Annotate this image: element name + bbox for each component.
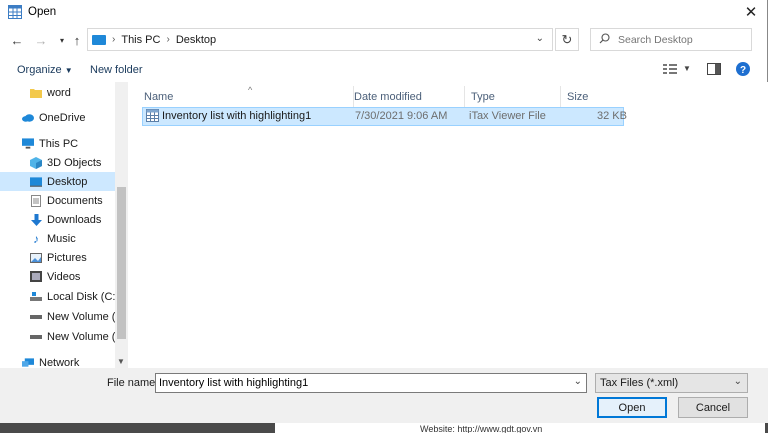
recent-locations-chevron-icon[interactable]: ▾: [55, 32, 69, 48]
file-date-cell: 7/30/2021 9:06 AM: [355, 110, 448, 122]
document-icon: [30, 194, 42, 207]
dialog-footer: File name: ⌄ Tax Files (*.xml) ⌄ Open Ca…: [0, 368, 768, 423]
nav-item-videos[interactable]: Videos: [0, 267, 115, 286]
view-chevron-down-icon[interactable]: ▼: [683, 64, 691, 73]
breadcrumb-separator: ›: [112, 34, 116, 45]
column-header-name[interactable]: Name ^: [138, 85, 354, 108]
nav-item-label: OneDrive: [39, 111, 86, 124]
search-icon: [599, 32, 610, 47]
column-header-type[interactable]: Type: [465, 86, 561, 108]
nav-item-local-disk-c[interactable]: Local Disk (C:): [0, 287, 119, 306]
breadcrumb-this-pc[interactable]: This PC: [121, 34, 160, 46]
drive-icon: [30, 331, 42, 343]
nav-item-documents[interactable]: Documents: [0, 191, 115, 210]
breadcrumb-separator: ›: [166, 34, 170, 45]
filter-label: Tax Files (*.xml): [600, 377, 679, 389]
column-label: Name: [144, 91, 174, 103]
new-folder-button[interactable]: New folder: [90, 64, 143, 76]
file-list: Name ^ Date modified Type Size Inventory…: [130, 82, 768, 368]
file-name-combobox[interactable]: ⌄: [155, 373, 587, 393]
address-bar[interactable]: › This PC › Desktop ⌄: [87, 28, 553, 51]
file-type-cell: iTax Viewer File: [469, 110, 546, 122]
title-bar: Open ✕: [0, 0, 768, 24]
background-website-text: Website: http://www.gdt.gov.vn: [420, 424, 543, 433]
drive-icon: [30, 311, 42, 323]
column-header-size[interactable]: Size: [561, 86, 623, 108]
nav-item-new-volume-g[interactable]: New Volume (G:): [0, 327, 128, 346]
window-title: Open: [28, 6, 57, 18]
cube-icon: [30, 156, 42, 169]
open-file-dialog: Open ✕ ← → ▾ ↑ › This PC › Desktop ⌄ ↻ O…: [0, 0, 768, 423]
refresh-icon[interactable]: ↻: [555, 28, 579, 51]
close-icon[interactable]: ✕: [742, 3, 760, 21]
view-options-icon[interactable]: [663, 63, 677, 78]
forward-arrow-icon[interactable]: →: [34, 32, 48, 48]
drive-icon: [30, 291, 42, 303]
search-box[interactable]: [590, 28, 752, 51]
folder-icon: [30, 87, 42, 99]
nav-item-this-pc[interactable]: This PC: [0, 134, 115, 153]
file-size-cell: 32 KB: [597, 110, 627, 122]
network-icon: [22, 357, 34, 369]
nav-item-downloads[interactable]: Downloads: [0, 210, 115, 229]
nav-item-label: Desktop: [47, 175, 88, 188]
nav-item-onedrive[interactable]: OneDrive: [0, 108, 115, 127]
file-type-filter-select[interactable]: Tax Files (*.xml) ⌄: [595, 373, 748, 393]
preview-pane-icon[interactable]: [707, 63, 721, 78]
nav-item-desktop[interactable]: Desktop: [0, 172, 115, 191]
navigation-pane: word OneDrive This PC 3D Objects Desktop…: [0, 82, 128, 368]
nav-item-network[interactable]: Network: [0, 353, 115, 368]
nav-item-3d-objects[interactable]: 3D Objects: [0, 153, 115, 172]
nav-item-word[interactable]: word: [0, 83, 115, 102]
table-file-icon: [146, 109, 159, 125]
nav-item-label: Music: [47, 232, 76, 245]
video-icon: [30, 271, 42, 283]
table-row[interactable]: Inventory list with highlighting1 7/30/2…: [142, 107, 627, 126]
nav-item-label: Pictures: [47, 251, 87, 264]
cloud-icon: [22, 112, 34, 124]
nav-item-label: Network: [39, 356, 80, 369]
nav-item-pictures[interactable]: Pictures: [0, 248, 115, 267]
file-name-input[interactable]: [156, 377, 556, 389]
command-bar: Organize ▼ New folder ▼ ?: [0, 58, 768, 82]
scrollbar-thumb[interactable]: [117, 187, 126, 339]
pc-icon: [92, 34, 106, 45]
nav-item-label: Local Disk (C:): [47, 290, 120, 303]
column-header-date[interactable]: Date modified: [348, 86, 465, 108]
nav-item-label: Documents: [47, 194, 103, 207]
chevron-down-icon[interactable]: ⌄: [574, 376, 582, 387]
pc-icon: [22, 138, 34, 150]
scroll-down-icon[interactable]: ▼: [117, 357, 125, 366]
music-note-icon: ♪: [33, 231, 39, 246]
back-arrow-icon[interactable]: ←: [10, 32, 24, 48]
download-arrow-icon: [30, 213, 42, 226]
chevron-down-icon: ⌄: [733, 376, 742, 387]
nav-item-label: Downloads: [47, 213, 102, 226]
file-name-label: File name:: [107, 377, 159, 389]
breadcrumb-desktop[interactable]: Desktop: [176, 34, 216, 46]
up-arrow-icon[interactable]: ↑: [70, 32, 84, 48]
sort-ascending-icon: ^: [248, 85, 253, 95]
open-button[interactable]: Open: [597, 397, 667, 418]
search-input[interactable]: [618, 33, 738, 46]
nav-item-label: Videos: [47, 270, 81, 283]
organize-button[interactable]: Organize ▼: [17, 64, 73, 76]
nav-item-label: This PC: [39, 137, 79, 150]
cancel-button[interactable]: Cancel: [678, 397, 748, 418]
chevron-down-icon: ▼: [64, 66, 73, 75]
nav-item-label: word: [47, 86, 71, 99]
picture-icon: [30, 252, 42, 264]
help-icon[interactable]: ?: [736, 62, 750, 79]
navigation-bar: ← → ▾ ↑ › This PC › Desktop ⌄ ↻: [0, 26, 768, 54]
svg-text:?: ?: [740, 65, 746, 76]
nav-item-music[interactable]: ♪ Music: [0, 229, 115, 248]
file-name-cell: Inventory list with highlighting1: [162, 110, 312, 122]
nav-item-label: 3D Objects: [47, 156, 102, 169]
nav-item-new-volume-f[interactable]: New Volume (F:): [0, 307, 128, 326]
table-app-icon: [8, 5, 22, 19]
navigation-scrollbar[interactable]: ▼: [115, 82, 128, 368]
address-history-chevron-icon[interactable]: ⌄: [536, 33, 544, 44]
desktop-icon: [30, 176, 42, 188]
organize-label: Organize: [17, 64, 62, 76]
